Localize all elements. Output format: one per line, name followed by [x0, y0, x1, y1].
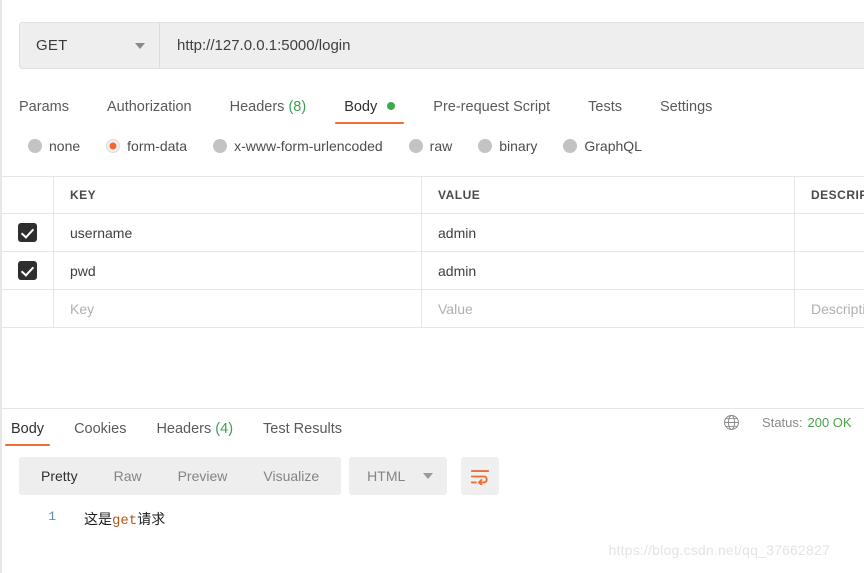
body-type-binary-label: binary [499, 138, 537, 154]
body-type-urlencoded[interactable]: x-www-form-urlencoded [213, 138, 383, 154]
http-method-select[interactable]: GET [20, 23, 160, 68]
response-tab-headers[interactable]: Headers (4) [156, 421, 233, 446]
row-key[interactable]: username [54, 214, 422, 251]
body-type-urlencoded-label: x-www-form-urlencoded [234, 138, 383, 154]
format-button-group: Pretty Raw Preview Visualize [19, 457, 341, 495]
radio-icon [28, 139, 42, 153]
body-type-graphql-label: GraphQL [584, 138, 642, 154]
globe-icon[interactable] [723, 414, 740, 431]
watermark: https://blog.csdn.net/qq_37662827 [609, 542, 830, 558]
response-tab-test-results-label: Test Results [263, 421, 342, 437]
tab-headers-label: Headers [230, 99, 285, 115]
code-text-before: 这是 [84, 513, 112, 529]
tab-settings[interactable]: Settings [660, 99, 712, 124]
line-number: 1 [2, 509, 60, 524]
body-modified-dot-icon [387, 102, 395, 110]
body-type-radio-group: none form-data x-www-form-urlencoded raw… [28, 138, 668, 154]
body-type-form-data[interactable]: form-data [106, 138, 187, 154]
row-enabled-checkbox[interactable] [18, 261, 37, 280]
response-tab-headers-label: Headers [156, 421, 211, 437]
response-language-select[interactable]: HTML [349, 457, 447, 495]
format-raw-button[interactable]: Raw [96, 457, 160, 495]
row-value[interactable]: admin [422, 214, 795, 251]
word-wrap-icon [470, 468, 490, 485]
radio-icon [213, 139, 227, 153]
postman-window: GET http://127.0.0.1:5000/login Params A… [0, 0, 864, 573]
table-row: username admin [2, 214, 864, 252]
form-data-table: KEY VALUE DESCRIPTION username admin pwd… [2, 176, 864, 328]
tab-params-label: Params [19, 99, 69, 115]
tab-body-label: Body [344, 99, 377, 115]
row-description[interactable] [795, 252, 864, 289]
request-tabs: Params Authorization Headers (8) Body Pr… [19, 88, 712, 124]
header-description: DESCRIPTION [795, 177, 864, 213]
new-row-description-input[interactable]: Description [795, 290, 864, 327]
radio-icon [563, 139, 577, 153]
response-format-toolbar: Pretty Raw Preview Visualize HTML [19, 457, 499, 495]
row-checkbox-cell [2, 252, 54, 289]
format-pretty-button[interactable]: Pretty [23, 457, 96, 495]
request-url-bar: GET http://127.0.0.1:5000/login [19, 22, 864, 69]
chevron-down-icon [135, 43, 145, 49]
response-tab-body[interactable]: Body [11, 421, 44, 446]
radio-icon [409, 139, 423, 153]
response-tab-cookies-label: Cookies [74, 421, 126, 437]
new-row-key-input[interactable]: Key [54, 290, 422, 327]
new-row-value-input[interactable]: Value [422, 290, 795, 327]
body-type-binary[interactable]: binary [478, 138, 537, 154]
response-language-label: HTML [367, 468, 405, 484]
code-keyword: get [112, 513, 137, 529]
table-row: pwd admin [2, 252, 864, 290]
body-type-none-label: none [49, 138, 80, 154]
tab-tests[interactable]: Tests [588, 99, 622, 124]
format-visualize-button[interactable]: Visualize [245, 457, 337, 495]
tab-tests-label: Tests [588, 99, 622, 115]
row-enabled-checkbox[interactable] [18, 223, 37, 242]
row-key[interactable]: pwd [54, 252, 422, 289]
body-type-none[interactable]: none [28, 138, 80, 154]
response-tab-body-label: Body [11, 421, 44, 437]
response-tab-test-results[interactable]: Test Results [263, 421, 342, 446]
body-type-raw[interactable]: raw [409, 138, 453, 154]
status-badge: 200 OK [808, 415, 852, 430]
header-key: KEY [54, 177, 422, 213]
row-value[interactable]: admin [422, 252, 795, 289]
tab-params[interactable]: Params [19, 99, 69, 124]
tab-body[interactable]: Body [344, 99, 395, 124]
http-method-label: GET [36, 37, 67, 54]
tab-authorization-label: Authorization [107, 99, 192, 115]
response-tabs: Body Cookies Headers (4) Test Results [11, 412, 372, 446]
code-content: 这是get请求 [60, 509, 165, 529]
body-type-form-data-label: form-data [127, 138, 187, 154]
code-text-after: 请求 [137, 513, 165, 529]
row-checkbox-cell [2, 214, 54, 251]
response-panel-divider[interactable] [2, 408, 864, 409]
word-wrap-button[interactable] [461, 457, 499, 495]
chevron-down-icon [423, 473, 433, 479]
tab-headers-count: (8) [288, 99, 306, 115]
radio-icon [478, 139, 492, 153]
code-line: 1 这是get请求 [2, 503, 864, 529]
header-value: VALUE [422, 177, 795, 213]
header-checkbox-cell [2, 177, 54, 213]
tab-pre-request-script-label: Pre-request Script [433, 99, 550, 115]
status-label: Status: [762, 415, 802, 430]
table-row-new: Key Value Description [2, 290, 864, 328]
body-type-graphql[interactable]: GraphQL [563, 138, 642, 154]
tab-settings-label: Settings [660, 99, 712, 115]
response-tab-cookies[interactable]: Cookies [74, 421, 126, 446]
tab-pre-request-script[interactable]: Pre-request Script [433, 99, 550, 124]
response-body-viewer[interactable]: 1 这是get请求 [2, 503, 864, 573]
table-header-row: KEY VALUE DESCRIPTION [2, 177, 864, 214]
row-description[interactable] [795, 214, 864, 251]
radio-selected-icon [106, 139, 120, 153]
response-tab-headers-count: (4) [215, 421, 233, 437]
new-row-checkbox-cell [2, 290, 54, 327]
response-status-area: Status: 200 OK Time [723, 414, 864, 431]
url-input[interactable]: http://127.0.0.1:5000/login [160, 23, 864, 68]
tab-headers[interactable]: Headers (8) [230, 99, 307, 124]
format-preview-button[interactable]: Preview [160, 457, 246, 495]
body-type-raw-label: raw [430, 138, 453, 154]
tab-authorization[interactable]: Authorization [107, 99, 192, 124]
